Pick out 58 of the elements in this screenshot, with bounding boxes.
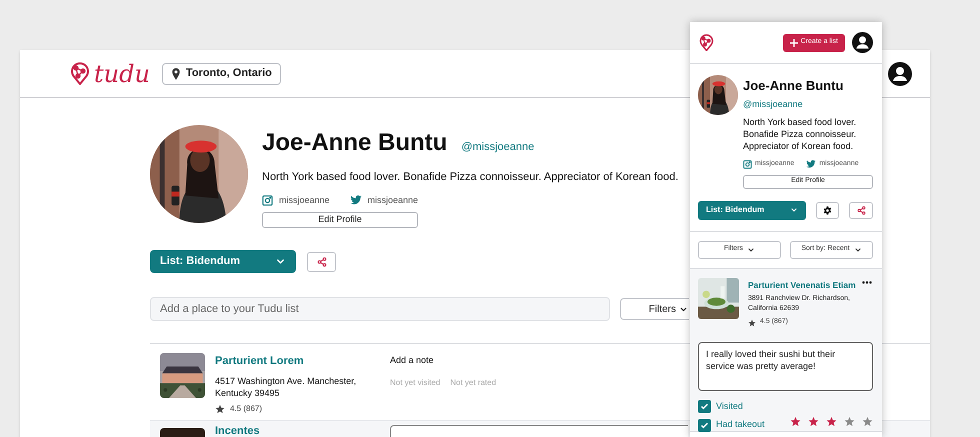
filters-button[interactable]: Filters [620, 298, 689, 320]
instagram-handle: missjoeanne [279, 194, 330, 207]
check-icon [700, 402, 709, 411]
profile-bio: North York based food lover. Bonafide Pizza connoisseur. Appreciator of Korean food. [743, 116, 858, 152]
share-icon [856, 206, 866, 214]
edit-profile-button[interactable]: Edit Profile [262, 212, 418, 228]
check-icon [700, 420, 709, 430]
chevron-down-icon [854, 246, 862, 254]
twitter-icon [806, 159, 816, 170]
star-icon [748, 318, 756, 326]
checkbox[interactable] [698, 418, 711, 432]
checkbox-label: Visited [716, 400, 743, 413]
location-button[interactable]: Toronto, Ontario [162, 62, 281, 84]
instagram-icon [262, 194, 273, 206]
profile-name: Joe-Anne Buntu [743, 77, 844, 95]
star-icon [844, 416, 855, 427]
star-rating[interactable] [790, 416, 873, 427]
star-icon [826, 416, 837, 427]
star-icon [862, 416, 873, 427]
location-pin-icon [170, 68, 181, 80]
profile-name: Joe-Anne Buntu [262, 128, 448, 158]
note-field[interactable]: I really loved their sushi but their service was pretty average! [698, 342, 873, 391]
place-name[interactable]: Incentes [215, 423, 380, 437]
place-rating: 4.5 (867) [230, 402, 262, 414]
search-field[interactable]: Add a place to your Tudu list [150, 297, 610, 321]
chevron-down-icon [790, 206, 798, 214]
settings-icon [822, 206, 832, 214]
logo-icon [70, 62, 90, 85]
more-options-icon[interactable] [862, 280, 872, 284]
checkbox-label: Had takeout [716, 418, 765, 432]
star-icon [808, 416, 819, 427]
list-dropdown[interactable]: List: Bidendum [698, 200, 806, 220]
visit-status: Not yet visited [390, 376, 440, 388]
star-icon [790, 416, 801, 427]
twitter-handle: missjoeanne [368, 194, 418, 207]
profile-bio: North York based food lover. Bonafide Pizza connoisseur. Appreciator of Korean food. [262, 170, 678, 185]
add-note-link[interactable]: Add a note [390, 354, 496, 368]
checkbox[interactable] [698, 400, 711, 413]
user-avatar-icon[interactable] [852, 32, 873, 53]
share-button[interactable] [307, 252, 336, 272]
share-button[interactable] [849, 202, 873, 218]
instagram-icon [743, 160, 752, 169]
place-name[interactable]: Parturient Lorem [215, 353, 380, 370]
twitter-icon [350, 194, 362, 206]
place-name[interactable]: Parturient Venenatis Etiam [748, 278, 858, 292]
settings-button[interactable] [816, 202, 840, 218]
place-address: 4517 Washington Ave. Manchester, Kentucky 39495 [215, 374, 358, 398]
chevron-down-icon [747, 246, 756, 254]
logo-icon [699, 34, 714, 52]
rating-status: Not yet rated [450, 376, 496, 388]
list-dropdown[interactable]: List: Bidendum [150, 250, 296, 273]
star-icon [215, 404, 225, 414]
share-icon [316, 256, 326, 266]
logo-text: tudu [94, 62, 150, 86]
profile-handle: @missjoeanne [461, 140, 534, 155]
plus-icon [790, 38, 798, 46]
user-avatar-icon[interactable] [888, 62, 912, 86]
profile-handle: @missjoeanne [743, 98, 804, 111]
